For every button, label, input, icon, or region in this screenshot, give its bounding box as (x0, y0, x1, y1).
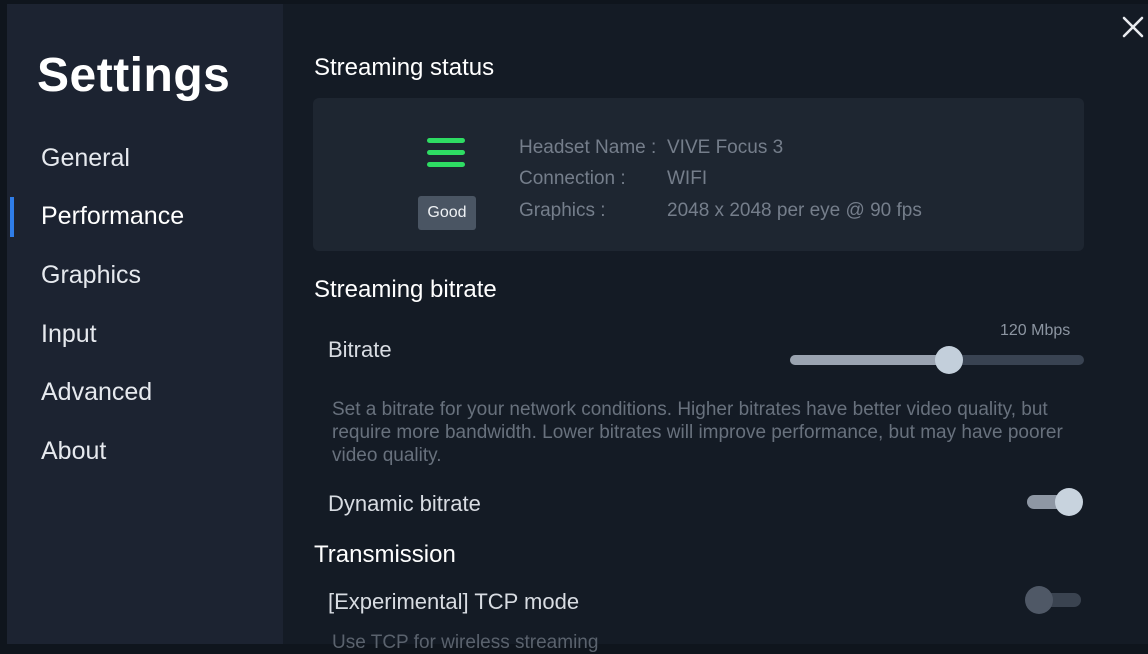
dynamic-bitrate-toggle[interactable] (1025, 488, 1083, 516)
sidebar: Settings General Performance Graphics In… (7, 4, 283, 644)
headset-name-key: Headset Name : (519, 137, 657, 158)
tcp-mode-description: Use TCP for wireless streaming (332, 632, 599, 653)
headset-name-value: VIVE Focus 3 (667, 137, 784, 158)
sidebar-item-general[interactable]: General (41, 144, 130, 173)
graphics-key: Graphics : (519, 200, 606, 221)
signal-bars-icon (427, 138, 465, 176)
sidebar-item-about[interactable]: About (41, 437, 106, 466)
dynamic-bitrate-label: Dynamic bitrate (328, 491, 481, 516)
tcp-mode-toggle[interactable] (1025, 586, 1083, 614)
status-badge: Good (418, 196, 476, 230)
streaming-bitrate-title: Streaming bitrate (314, 276, 497, 303)
bitrate-slider-thumb[interactable] (934, 346, 963, 374)
sidebar-item-performance[interactable]: Performance (41, 202, 184, 231)
streaming-status-title: Streaming status (314, 54, 495, 81)
bitrate-description: Set a bitrate for your network condition… (332, 399, 1063, 466)
page-title: Settings (37, 49, 231, 102)
connection-value: WIFI (667, 168, 708, 189)
settings-content: Streaming status Good Headset Name : VIV… (283, 4, 1148, 653)
tcp-mode-label: [Experimental] TCP mode (328, 589, 580, 614)
graphics-value: 2048 x 2048 per eye @ 90 fps (667, 200, 922, 221)
sidebar-item-advanced[interactable]: Advanced (41, 378, 152, 407)
toggle-knob (1055, 488, 1083, 516)
connection-key: Connection : (519, 168, 626, 189)
active-nav-indicator (10, 197, 14, 237)
bitrate-slider-fill (790, 355, 949, 365)
bitrate-slider[interactable] (790, 346, 1084, 374)
transmission-title: Transmission (314, 541, 456, 568)
sidebar-item-input[interactable]: Input (41, 320, 97, 349)
close-icon[interactable] (1120, 14, 1146, 40)
bitrate-value: 120 Mbps (1000, 322, 1071, 339)
bitrate-label: Bitrate (328, 337, 392, 362)
streaming-status-card: Good Headset Name : VIVE Focus 3 Connect… (313, 98, 1084, 251)
toggle-knob (1025, 586, 1053, 614)
sidebar-item-graphics[interactable]: Graphics (41, 261, 141, 290)
